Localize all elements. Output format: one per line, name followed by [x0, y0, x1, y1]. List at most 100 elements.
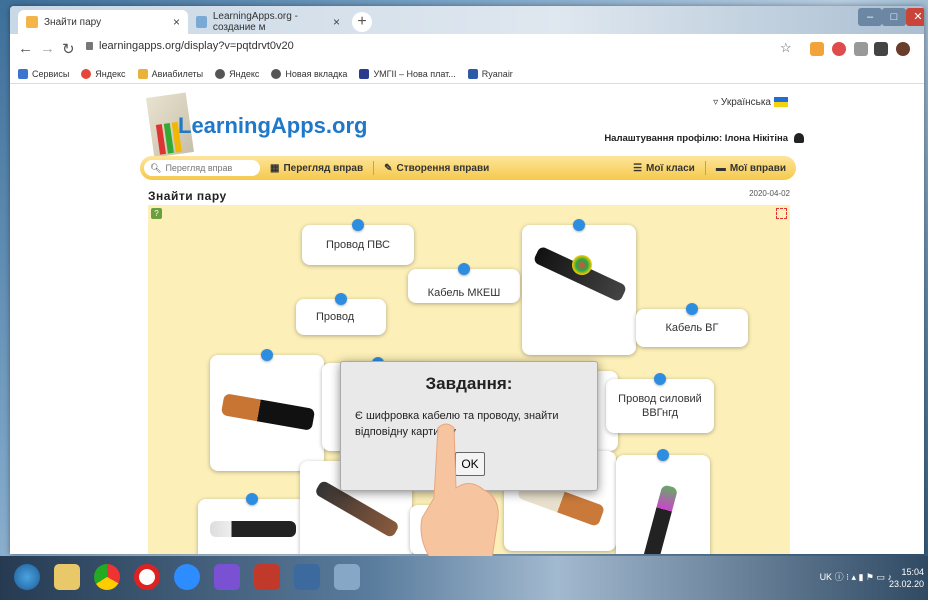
close-tab-icon[interactable]: ×: [333, 15, 340, 29]
grid-icon: ▦: [270, 162, 280, 174]
forward-arrow-icon[interactable]: →: [40, 40, 55, 57]
card-image[interactable]: [522, 219, 636, 355]
card-mkesh[interactable]: Кабель МКЕШ: [408, 263, 520, 303]
card-pvs[interactable]: Провод ПВС: [302, 219, 414, 265]
search-icon: 🔍︎: [150, 162, 162, 173]
ukraine-flag-icon: [774, 97, 788, 108]
tab-title: LearningApps.org - создание м: [212, 11, 298, 33]
fullscreen-icon[interactable]: [776, 208, 787, 219]
paint-icon[interactable]: [334, 564, 360, 590]
nav-my-exercises[interactable]: ▬ Мої вправи: [716, 163, 786, 174]
taskbar: UK ⓘ ⁝ ▴ ▮ ⚑ ▭ ♪ 15:04 23.02.20: [0, 556, 928, 600]
card-vvgngd[interactable]: Провод силовий ВВГнгд: [606, 373, 714, 433]
search-input[interactable]: 🔍︎ Перегляд вправ: [144, 160, 260, 176]
puzzle-icon[interactable]: [874, 42, 888, 56]
ryanair-icon: [467, 68, 478, 79]
bookmark-label: Сервисы: [32, 68, 70, 79]
tab-find-pair[interactable]: Знайти пару ×: [18, 10, 188, 34]
learningapps-favicon-icon: [26, 16, 38, 28]
start-button[interactable]: [14, 564, 40, 590]
app-icon[interactable]: [254, 564, 280, 590]
nav-browse-exercises[interactable]: ▦ Перегляд вправ: [270, 163, 363, 174]
bookmark-label: УМГІІ – Нова плат...: [373, 68, 456, 79]
extension-icon[interactable]: [810, 42, 824, 56]
profile-settings-link[interactable]: Налаштування профілю: Ілона Нікітіна: [604, 133, 804, 144]
date-label: 2020-04-02: [749, 189, 790, 198]
address-input[interactable]: learningapps.org/display?v=pqtdrvt0v20: [86, 40, 294, 52]
tab-strip: Знайти пару × LearningApps.org - создани…: [10, 6, 924, 34]
pin-icon: [654, 373, 666, 385]
bookmark-item[interactable]: Ryanair: [467, 68, 513, 79]
bookmarks-bar: Сервисы Яндекс Авиабилеты Яндекс Новая в…: [10, 64, 924, 84]
bookmark-item[interactable]: Авиабилеты: [137, 68, 204, 79]
globe-icon: [215, 68, 226, 79]
explorer-icon[interactable]: [54, 564, 80, 590]
bookmark-item[interactable]: Яндекс: [215, 68, 260, 79]
plane-icon: [137, 68, 148, 79]
close-tab-icon[interactable]: ×: [173, 15, 180, 29]
back-arrow-icon[interactable]: ←: [18, 40, 33, 57]
card-vg[interactable]: Кабель ВГ: [636, 303, 748, 347]
pin-icon: [352, 219, 364, 231]
nav-create-exercise[interactable]: ✎ Створення вправи: [384, 163, 489, 174]
bookmark-label: Ryanair: [481, 68, 513, 79]
card-image[interactable]: [616, 449, 710, 554]
search-placeholder: Перегляд вправ: [165, 163, 233, 173]
extension-icon[interactable]: [832, 42, 846, 56]
chrome-icon[interactable]: [94, 564, 120, 590]
bookmark-item[interactable]: УМГІІ – Нова плат...: [359, 68, 456, 79]
pin-icon: [335, 293, 347, 305]
language-selector[interactable]: ▿ Українська: [713, 97, 788, 108]
pin-icon: [261, 349, 273, 361]
help-icon[interactable]: ?: [151, 208, 162, 219]
bookmark-label: Яндекс: [229, 68, 260, 79]
cable-image: [641, 484, 679, 554]
folder-icon: ▬: [715, 162, 726, 174]
bookmark-label: Авиабилеты: [151, 68, 204, 79]
opera-icon[interactable]: [134, 564, 160, 590]
yandex-icon: [81, 68, 92, 79]
apps-icon: [18, 68, 28, 79]
umgii-icon: [359, 68, 370, 79]
pin-icon: [657, 449, 669, 461]
minimize-button[interactable]: –: [858, 8, 882, 26]
main-navbar: 🔍︎ Перегляд вправ ▦ Перегляд вправ ✎ Створ…: [140, 156, 796, 180]
tab-learningapps-create[interactable]: LearningApps.org - создание м ×: [188, 10, 348, 34]
bookmark-label: Яндекс: [95, 68, 126, 79]
new-tab-button[interactable]: +: [352, 12, 372, 32]
list-icon: ☰: [633, 162, 643, 174]
system-tray[interactable]: UK ⓘ ⁝ ▴ ▮ ⚑ ▭ ♪: [820, 570, 892, 583]
cable-image: [210, 521, 296, 537]
nav-my-classes[interactable]: ☰ Мої класи: [633, 163, 695, 174]
zoom-icon[interactable]: [174, 564, 200, 590]
bookmark-item[interactable]: Новая вкладка: [271, 68, 348, 79]
pointing-hand-icon: [420, 423, 499, 559]
card-image[interactable]: [198, 493, 306, 554]
bookmark-item[interactable]: Сервисы: [18, 68, 70, 79]
viber-icon[interactable]: [214, 564, 240, 590]
extension-icon[interactable]: [854, 42, 868, 56]
language-indicator: UK: [819, 572, 833, 582]
card-provod[interactable]: Провод: [296, 293, 386, 335]
pin-icon: [458, 263, 470, 275]
avatar[interactable]: [896, 42, 910, 56]
cable-image: [220, 393, 316, 431]
tab-title: Знайти пару: [44, 16, 102, 28]
language-label: Українська: [720, 97, 771, 108]
app-icon[interactable]: [294, 564, 320, 590]
card-image[interactable]: [210, 349, 324, 471]
pin-icon: [573, 219, 585, 231]
pencil-icon: ✎: [384, 162, 393, 174]
pin-icon: [246, 493, 258, 505]
bookmark-item[interactable]: Яндекс: [81, 68, 126, 79]
pin-icon: [686, 303, 698, 315]
bookmark-star-icon[interactable]: ☆: [780, 40, 792, 56]
dialog-title: Завдання:: [425, 374, 513, 393]
site-logo[interactable]: LearningApps.org: [178, 113, 367, 139]
clock[interactable]: 15:04 23.02.20: [889, 566, 924, 590]
bookmark-label: Новая вкладка: [285, 68, 348, 79]
profile-label: Налаштування профілю: Ілона Нікітіна: [604, 133, 788, 144]
maximize-button[interactable]: □: [882, 8, 906, 26]
reload-icon[interactable]: ↻: [62, 40, 75, 58]
close-window-button[interactable]: ✕: [906, 8, 924, 26]
